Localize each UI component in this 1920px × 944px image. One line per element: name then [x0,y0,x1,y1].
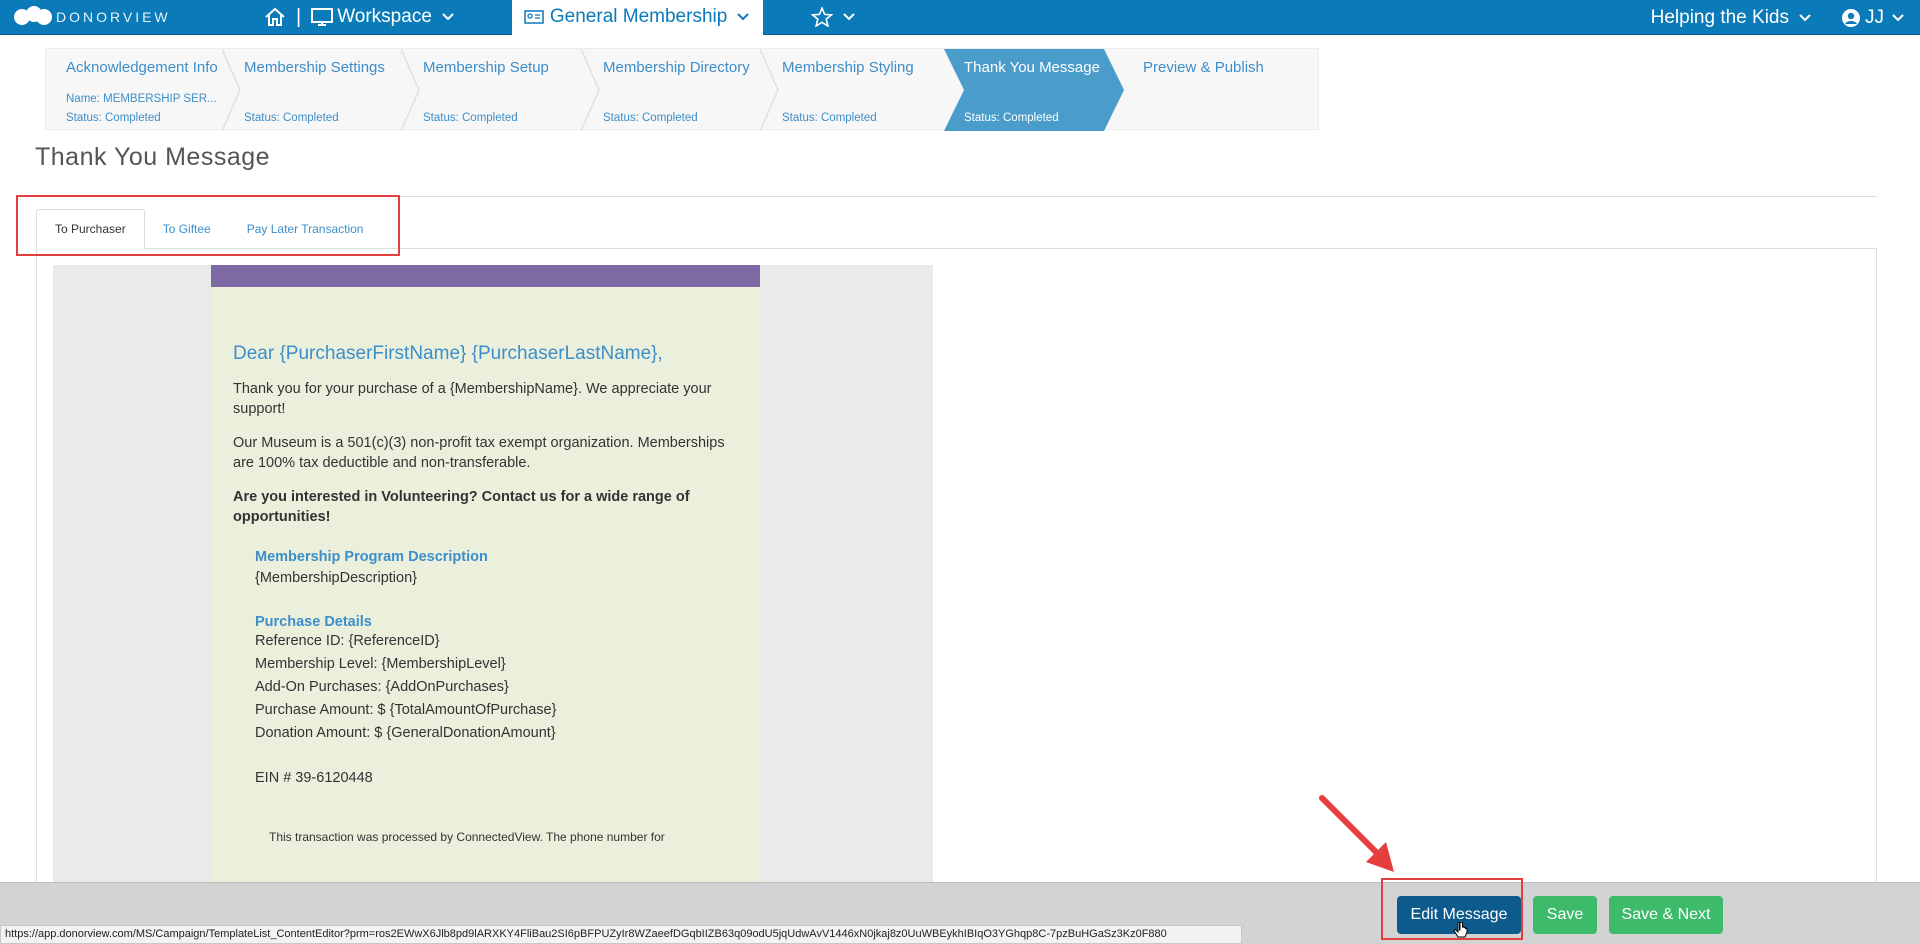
email-paragraph: Thank you for your purchase of a {Member… [233,381,712,417]
email-preview-frame[interactable]: Dear {PurchaserFirstName} {PurchaserLast… [53,265,933,888]
email-greeting: Dear {PurchaserFirstName} {PurchaserLast… [233,343,663,364]
step-status: Status: Completed [782,112,877,124]
step-status: Status: Completed [66,112,161,124]
step-membership-setup[interactable]: Membership Setup Status: Completed [403,49,583,131]
home-button[interactable] [264,7,286,27]
step-preview-publish[interactable]: Preview & Publish [1123,49,1303,131]
hand-cursor-icon [1453,922,1468,938]
section-heading-description: Membership Program Description [255,549,488,565]
email-template: Dear {PurchaserFirstName} {PurchaserLast… [211,265,760,888]
wizard-steps: Acknowledgement Info Name: MEMBERSHIP SE… [45,48,1319,131]
tabs-highlight-box [16,195,400,256]
step-name: Name: MEMBERSHIP SER... [66,93,217,105]
id-card-icon [524,10,544,24]
step-membership-directory[interactable]: Membership Directory Status: Completed [583,49,763,131]
favorites-menu[interactable] [811,7,856,27]
step-status: Status: Completed [964,112,1059,124]
step-acknowledgement-info[interactable]: Acknowledgement Info Name: MEMBERSHIP SE… [46,49,226,131]
monitor-icon [311,8,334,26]
edit-button-highlight-box [1381,878,1523,940]
chevron-down-icon [843,13,856,21]
top-navbar: DONORVIEW | Workspace General Membership… [0,0,1920,35]
page-title: Thank You Message [35,143,271,171]
ein-number: EIN # 39-6120448 [255,770,373,786]
chevron-down-icon [442,13,454,21]
step-membership-settings[interactable]: Membership Settings Status: Completed [224,49,404,131]
step-status: Status: Completed [603,112,698,124]
donorview-logo[interactable]: DONORVIEW [12,6,252,28]
home-icon [265,7,285,26]
membership-description: {MembershipDescription} [255,570,417,586]
save-button[interactable]: Save [1533,896,1597,934]
section-heading-purchase-details: Purchase Details [255,614,372,630]
user-circle-icon [1842,8,1860,27]
email-footer-note: This transaction was processed by Connec… [269,830,665,844]
step-thank-you-message[interactable]: Thank You Message Status: Completed [944,49,1124,131]
step-status: Status: Completed [423,112,518,124]
save-next-button[interactable]: Save & Next [1609,896,1723,934]
workspace-menu[interactable]: Workspace [311,6,454,28]
nav-separator: | [296,5,302,28]
chevron-down-icon [1892,13,1904,21]
logo-text: DONORVIEW [56,9,171,25]
organization-menu[interactable]: Helping the Kids [1651,7,1811,29]
purchase-detail-line: Reference ID: {ReferenceID} [255,633,440,649]
logo-mark-icon [12,6,52,28]
user-menu[interactable]: JJ [1841,7,1904,29]
campaign-label: General Membership [549,6,728,27]
status-bar-url: https://app.donorview.com/MS/Campaign/Te… [0,925,1242,944]
organization-label: Helping the Kids [1650,6,1789,28]
email-header-band [211,265,760,287]
step-status: Status: Completed [244,112,339,124]
purchase-detail-line: Purchase Amount: $ {TotalAmountOfPurchas… [255,702,557,718]
email-paragraph: Our Museum is a 501(c)(3) non-profit tax… [233,435,725,471]
chevron-down-icon [1799,13,1811,21]
red-arrow-annotation-icon [1319,795,1394,872]
purchase-detail-line: Membership Level: {MembershipLevel} [255,656,506,672]
campaign-menu[interactable]: General Membership [511,0,764,35]
chevron-down-icon [737,13,750,21]
email-volunteer-paragraph: Are you interested in Volunteering? Cont… [233,489,690,525]
star-icon [811,7,834,27]
purchase-detail-line: Donation Amount: $ {GeneralDonationAmoun… [255,725,556,741]
purchase-detail-line: Add-On Purchases: {AddOnPurchases} [255,679,509,695]
user-initials: JJ [1865,6,1884,28]
workspace-label: Workspace [337,6,432,27]
step-membership-styling[interactable]: Membership Styling Status: Completed [762,49,942,131]
